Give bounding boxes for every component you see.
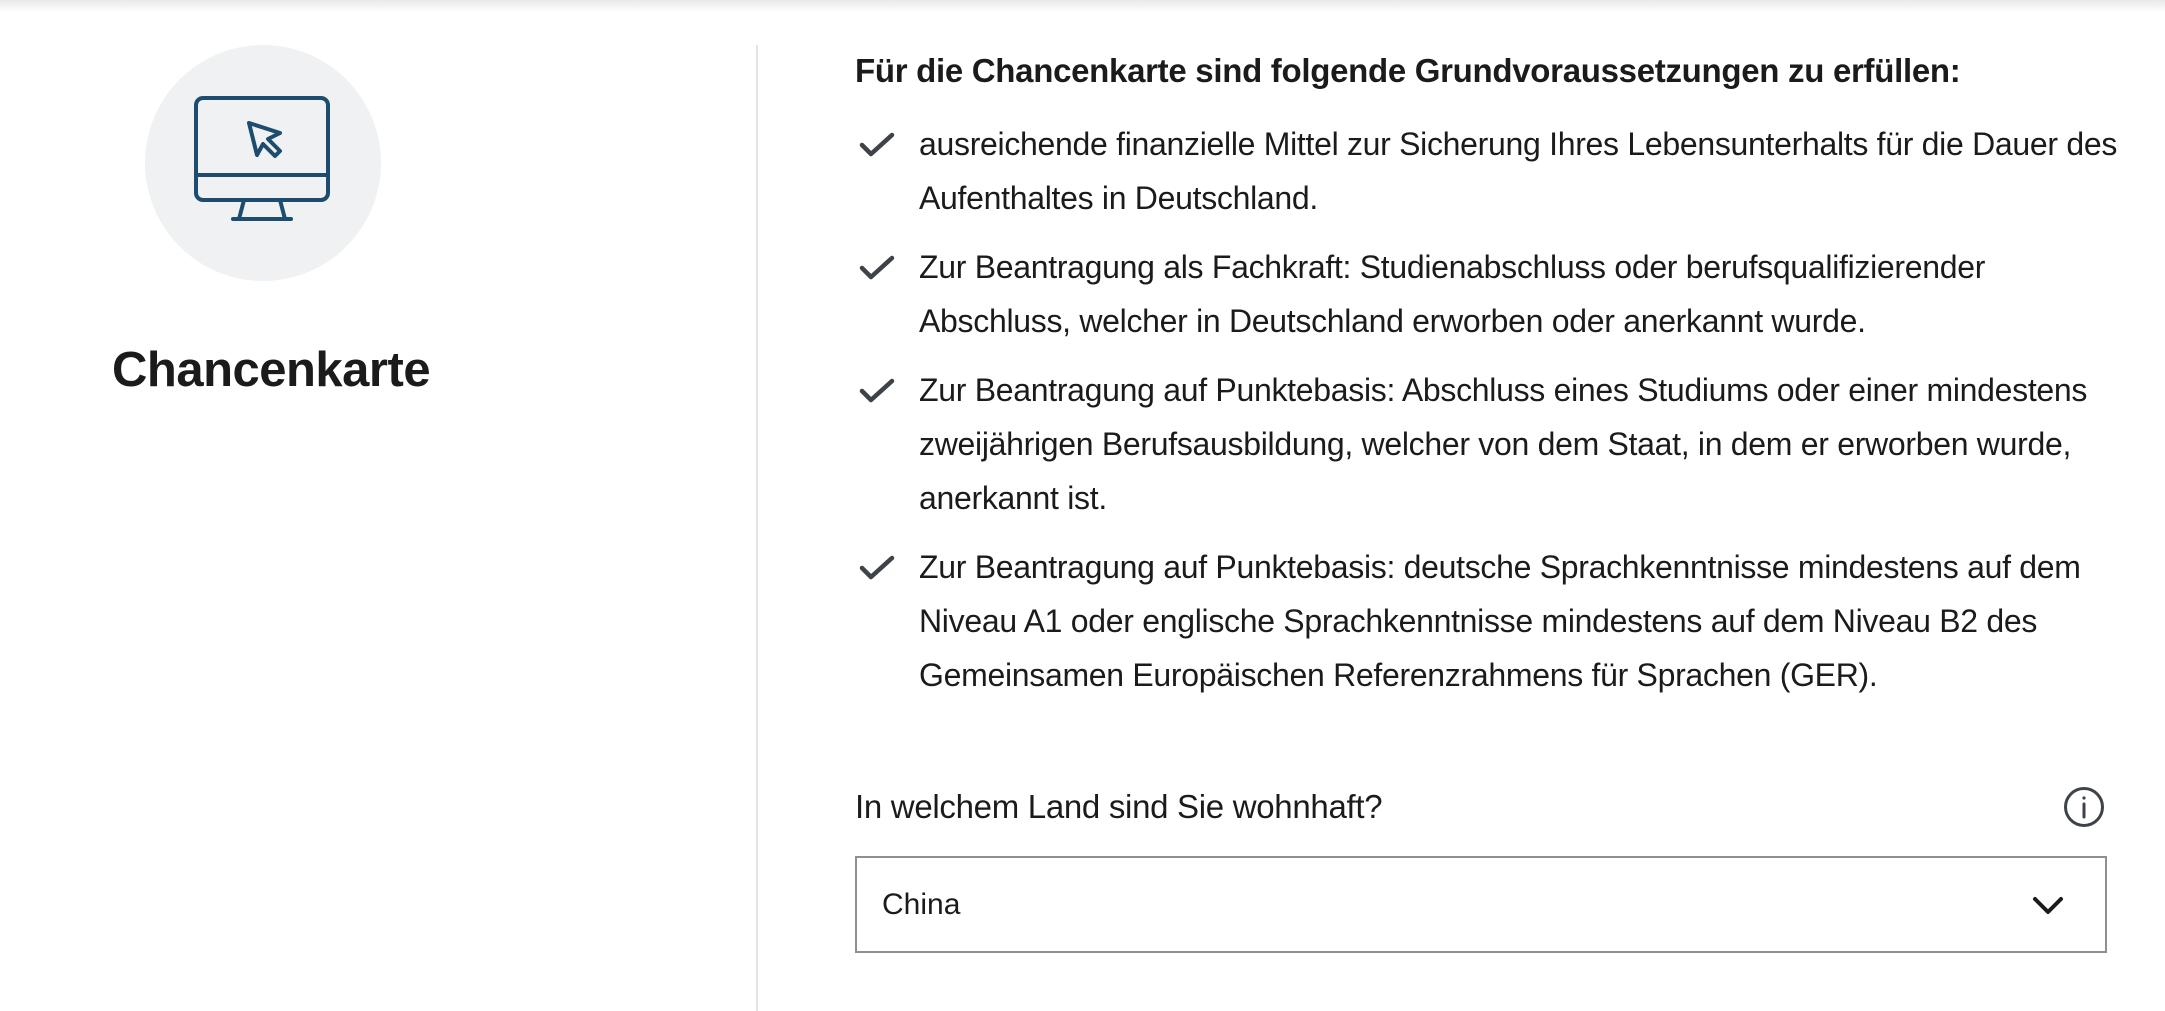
residence-question-row: In welchem Land sind Sie wohnhaft? <box>855 782 2105 832</box>
info-icon[interactable] <box>2063 786 2105 828</box>
requirement-text: Zur Beantragung als Fachkraft: Studienab… <box>919 249 1986 339</box>
product-title: Chancenkarte <box>112 343 431 397</box>
list-item: Zur Beantragung auf Punktebasis: deutsch… <box>855 540 2105 702</box>
check-icon <box>859 555 895 580</box>
selected-country: China <box>882 888 961 921</box>
requirement-text: Zur Beantragung auf Punktebasis: deutsch… <box>919 549 2081 693</box>
residence-country-select[interactable]: China <box>855 856 2107 953</box>
product-sidebar: Chancenkarte <box>0 0 757 1011</box>
requirements-heading: Für die Chancenkarte sind folgende Grund… <box>855 52 1961 89</box>
chevron-down-icon <box>2033 897 2063 914</box>
requirements-list: ausreichende finanzielle Mittel zur Sich… <box>855 117 2117 702</box>
residence-question-label: In welchem Land sind Sie wohnhaft? <box>855 788 1383 825</box>
list-item: Zur Beantragung als Fachkraft: Studienab… <box>855 240 2105 348</box>
product-icon-badge <box>145 45 381 281</box>
check-icon <box>859 132 895 157</box>
requirements-section: Für die Chancenkarte sind folgende Grund… <box>855 48 2117 717</box>
check-icon <box>859 255 895 280</box>
requirement-text: ausreichende finanzielle Mittel zur Sich… <box>919 126 2118 216</box>
computer-monitor-cursor-icon <box>194 96 330 221</box>
list-item: Zur Beantragung auf Punktebasis: Abschlu… <box>855 363 2105 525</box>
list-item: ausreichende finanzielle Mittel zur Sich… <box>855 117 2117 225</box>
check-icon <box>859 378 895 403</box>
requirement-text: Zur Beantragung auf Punktebasis: Abschlu… <box>919 372 2088 516</box>
column-divider <box>756 45 758 1011</box>
